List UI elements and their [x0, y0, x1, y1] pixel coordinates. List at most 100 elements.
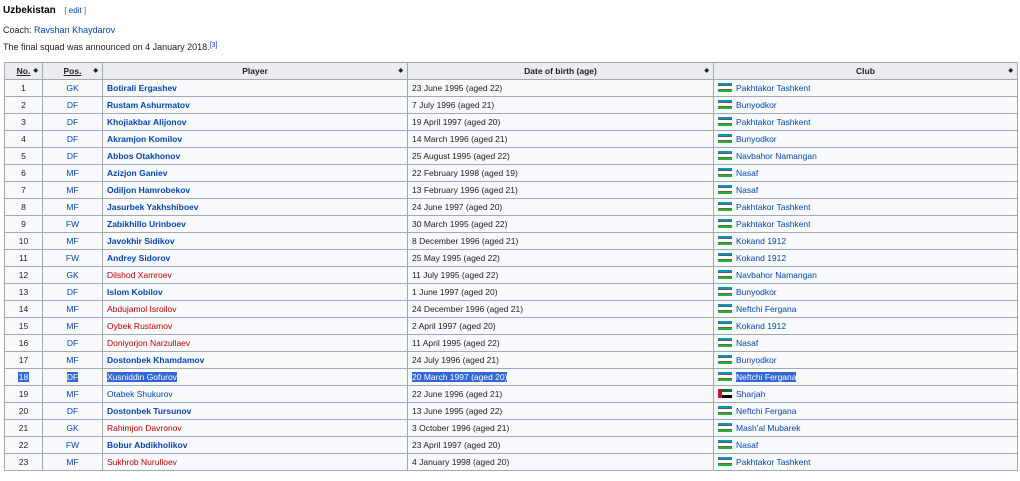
player-link[interactable]: Doniyorjon Narzullaev — [107, 338, 190, 348]
uzbekistan-flag-icon[interactable] — [718, 202, 732, 211]
player-link[interactable]: Dostonbek Khamdamov — [107, 355, 204, 365]
column-header-no[interactable]: No. ◆ — [4, 62, 43, 80]
club-link[interactable]: Kokand 1912 — [736, 253, 786, 263]
uzbekistan-flag-icon[interactable] — [718, 338, 732, 347]
player-link[interactable]: Sukhrob Nurulloev — [107, 457, 177, 467]
club-link[interactable]: Nasaf — [736, 440, 758, 450]
cell-position[interactable]: DF — [42, 147, 103, 165]
player-link[interactable]: Xusniddin Gofurov — [107, 372, 177, 382]
player-link[interactable]: Dilshod Xamroev — [107, 270, 172, 280]
uzbekistan-flag-icon[interactable] — [718, 355, 732, 364]
uzbekistan-flag-icon[interactable] — [718, 440, 732, 449]
column-header-player[interactable]: Player ◆ — [102, 62, 408, 80]
club-link[interactable]: Neftchi Fergana — [736, 372, 797, 382]
club-link[interactable]: Kokand 1912 — [736, 236, 786, 246]
club-link[interactable]: Bunyodkor — [736, 100, 777, 110]
club-link[interactable]: Pakhtakor Tashkent — [736, 117, 811, 127]
reference-link[interactable]: [3] — [210, 42, 218, 49]
cell-position[interactable]: MF — [42, 385, 103, 403]
club-link[interactable]: Bunyodkor — [736, 287, 777, 297]
club-link[interactable]: Nasaf — [736, 185, 758, 195]
uzbekistan-flag-icon[interactable] — [718, 270, 732, 279]
player-link[interactable]: Zabikhillo Urinboev — [107, 219, 186, 229]
player-link[interactable]: Khojiakbar Alijonov — [107, 117, 187, 127]
uzbekistan-flag-icon[interactable] — [718, 321, 732, 330]
cell-position[interactable]: MF — [42, 317, 103, 335]
player-link[interactable]: Oybek Rustamov — [107, 321, 172, 331]
player-link[interactable]: Azizjon Ganiev — [107, 168, 167, 178]
club-link[interactable]: Pakhtakor Tashkent — [736, 219, 811, 229]
club-link[interactable]: Neftchi Fergana — [736, 406, 796, 416]
club-link[interactable]: Bunyodkor — [736, 134, 777, 144]
club-link[interactable]: Neftchi Fergana — [736, 304, 796, 314]
player-link[interactable]: Otabek Shukurov — [107, 389, 173, 399]
club-link[interactable]: Navbahor Namangan — [736, 270, 817, 280]
column-header-dob[interactable]: Date of birth (age) ◆ — [407, 62, 714, 80]
cell-position[interactable]: GK — [42, 79, 103, 97]
cell-position[interactable]: DF — [42, 334, 103, 352]
uzbekistan-flag-icon[interactable] — [718, 253, 732, 262]
player-link[interactable]: Rahimjon Davronov — [107, 423, 182, 433]
uae-flag-icon[interactable] — [718, 389, 732, 398]
player-link[interactable]: Islom Kobilov — [107, 287, 163, 297]
club-link[interactable]: Nasaf — [736, 168, 758, 178]
player-link[interactable]: Odiljon Hamrobekov — [107, 185, 190, 195]
player-link[interactable]: Akramjon Komilov — [107, 134, 182, 144]
uzbekistan-flag-icon[interactable] — [718, 185, 732, 194]
cell-position[interactable]: MF — [42, 164, 103, 182]
club-link[interactable]: Bunyodkor — [736, 355, 777, 365]
cell-position[interactable]: FW — [42, 215, 103, 233]
uzbekistan-flag-icon[interactable] — [718, 168, 732, 177]
player-link[interactable]: Javokhir Sidikov — [107, 236, 175, 246]
cell-position[interactable]: MF — [42, 453, 103, 471]
uzbekistan-flag-icon[interactable] — [718, 304, 732, 313]
club-link[interactable]: Nasaf — [736, 338, 758, 348]
cell-position[interactable]: DF — [42, 283, 103, 301]
cell-position[interactable]: MF — [42, 300, 103, 318]
uzbekistan-flag-icon[interactable] — [718, 372, 732, 381]
column-header-pos[interactable]: Pos. ◆ — [42, 62, 103, 80]
cell-position[interactable]: DF — [42, 130, 103, 148]
cell-position[interactable]: DF — [42, 113, 103, 131]
uzbekistan-flag-icon[interactable] — [718, 423, 732, 432]
uzbekistan-flag-icon[interactable] — [718, 219, 732, 228]
coach-link[interactable]: Ravshan Khaydarov — [34, 25, 115, 35]
club-link[interactable]: Navbahor Namangan — [736, 151, 817, 161]
cell-position[interactable]: MF — [42, 232, 103, 250]
uzbekistan-flag-icon[interactable] — [718, 134, 732, 143]
cell-position[interactable]: DF — [42, 368, 103, 386]
uzbekistan-flag-icon[interactable] — [718, 406, 732, 415]
club-link[interactable]: Mash'al Mubarek — [736, 423, 800, 433]
cell-position[interactable]: MF — [42, 181, 103, 199]
cell-position[interactable]: FW — [42, 436, 103, 454]
club-link[interactable]: Pakhtakor Tashkent — [736, 457, 811, 467]
cell-position[interactable]: DF — [42, 96, 103, 114]
uzbekistan-flag-icon[interactable] — [718, 83, 732, 92]
uzbekistan-flag-icon[interactable] — [718, 457, 732, 466]
cell-position[interactable]: MF — [42, 351, 103, 369]
player-link[interactable]: Dostonbek Tursunov — [107, 406, 191, 416]
player-link[interactable]: Rustam Ashurmatov — [107, 100, 190, 110]
cell-position[interactable]: GK — [42, 419, 103, 437]
player-link[interactable]: Jasurbek Yakhshiboev — [107, 202, 199, 212]
edit-link[interactable]: edit — [69, 6, 82, 15]
uzbekistan-flag-icon[interactable] — [718, 100, 732, 109]
cell-position[interactable]: DF — [42, 402, 103, 420]
cell-position[interactable]: MF — [42, 198, 103, 216]
player-link[interactable]: Abbos Otakhonov — [107, 151, 180, 161]
player-link[interactable]: Abdujamol Isroilov — [107, 304, 176, 314]
cell-position[interactable]: GK — [42, 266, 103, 284]
club-link[interactable]: Kokand 1912 — [736, 321, 786, 331]
player-link[interactable]: Botirali Ergashev — [107, 83, 177, 93]
cell-position[interactable]: FW — [42, 249, 103, 267]
club-link[interactable]: Pakhtakor Tashkent — [736, 83, 811, 93]
player-link[interactable]: Bobur Abdikholikov — [107, 440, 187, 450]
uzbekistan-flag-icon[interactable] — [718, 117, 732, 126]
column-header-club[interactable]: Club ◆ — [713, 62, 1018, 80]
club-link[interactable]: Pakhtakor Tashkent — [736, 202, 811, 212]
uzbekistan-flag-icon[interactable] — [718, 287, 732, 296]
player-link[interactable]: Andrey Sidorov — [107, 253, 170, 263]
uzbekistan-flag-icon[interactable] — [718, 151, 732, 160]
uzbekistan-flag-icon[interactable] — [718, 236, 732, 245]
club-link[interactable]: Sharjah — [736, 389, 765, 399]
